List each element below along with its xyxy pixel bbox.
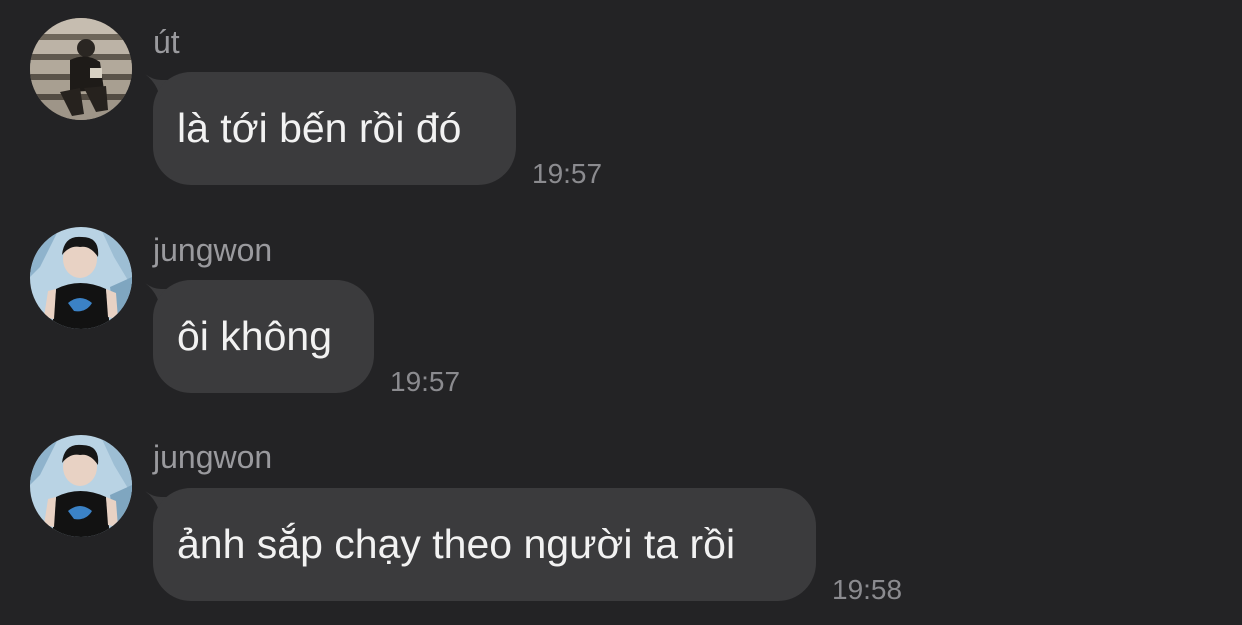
avatar-jungwon[interactable] xyxy=(30,435,132,537)
person-on-stairs-photo-avatar xyxy=(30,18,132,120)
message-bubble[interactable]: là tới bến rồi đó xyxy=(153,72,516,185)
message-bubble[interactable]: ảnh sắp chạy theo người ta rồi xyxy=(153,488,816,601)
avatar-jungwon[interactable] xyxy=(30,227,132,329)
sender-name: út xyxy=(153,24,180,60)
chat-thread: út là tới bến rồi đó 19:57 jungwon ôi kh… xyxy=(0,0,1242,625)
person-in-black-tshirt-photo-avatar xyxy=(30,435,132,537)
sender-name: jungwon xyxy=(153,439,273,475)
avatar-ut[interactable] xyxy=(30,18,132,120)
message-bubble[interactable]: ôi không xyxy=(153,280,374,393)
message-timestamp: 19:58 xyxy=(832,574,903,605)
message-timestamp: 19:57 xyxy=(532,158,603,189)
message-timestamp: 19:57 xyxy=(390,366,461,397)
sender-name: jungwon xyxy=(153,232,273,268)
person-in-black-tshirt-photo-avatar xyxy=(30,227,132,329)
